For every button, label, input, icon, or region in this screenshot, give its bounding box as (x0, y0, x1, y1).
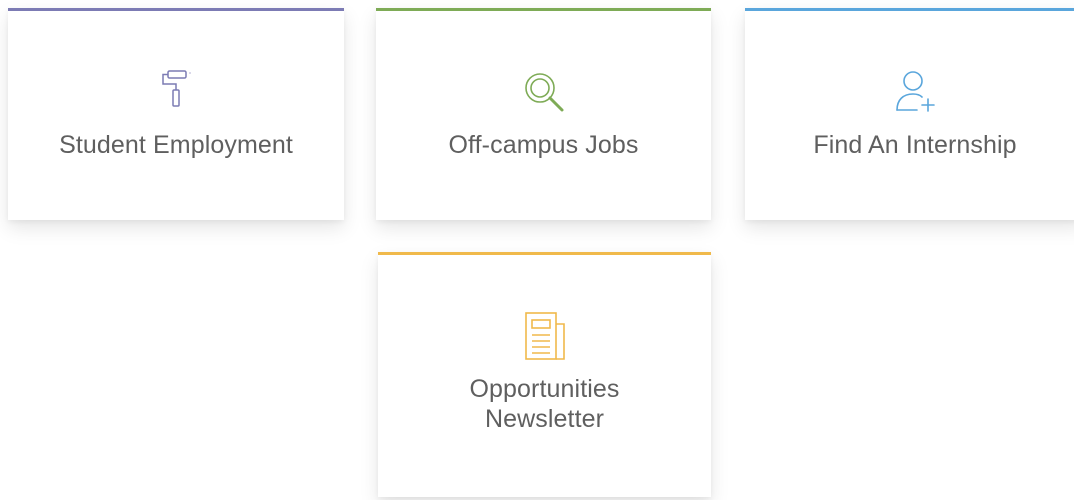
off-campus-jobs-card[interactable]: Off-campus Jobs (376, 8, 711, 220)
card-label-line: Opportunities (469, 375, 620, 403)
card-label: Find An Internship (813, 131, 1017, 159)
card-label: Off-campus Jobs (448, 131, 639, 159)
card-accent-bar (745, 8, 1074, 11)
paint-roller-icon (152, 68, 200, 116)
card-label: Student Employment (59, 131, 293, 159)
card-label-line: Newsletter (484, 405, 605, 433)
card-label: Opportunities Newsletter (378, 374, 711, 434)
find-internship-card[interactable]: Find An Internship (745, 8, 1074, 220)
opportunities-newsletter-card[interactable]: Opportunities Newsletter (378, 252, 711, 497)
opportunity-cards-grid: Student Employment Off-campus Jobs Find … (0, 0, 1074, 500)
card-accent-bar (376, 8, 711, 11)
student-employment-card[interactable]: Student Employment (8, 8, 344, 220)
add-user-icon (891, 68, 939, 116)
newspaper-icon (521, 310, 569, 362)
magnifying-glass-icon (520, 68, 568, 116)
card-accent-bar (8, 8, 344, 11)
card-accent-bar (378, 252, 711, 255)
